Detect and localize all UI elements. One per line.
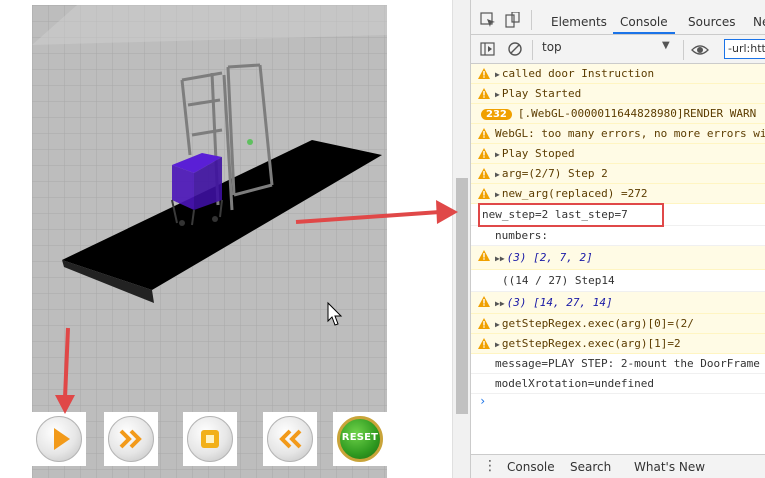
device-toolbar-icon[interactable] bbox=[505, 12, 521, 28]
reset-button[interactable]: RESET bbox=[333, 412, 387, 466]
rewind-button[interactable] bbox=[263, 412, 317, 466]
fast-forward-button[interactable] bbox=[104, 412, 158, 466]
warning-icon bbox=[478, 168, 490, 179]
clear-console-icon[interactable] bbox=[508, 42, 524, 58]
repeat-count-badge: 232 bbox=[481, 109, 512, 120]
stop-button[interactable] bbox=[183, 412, 237, 466]
drawer-tab-console[interactable]: Console bbox=[507, 460, 555, 474]
page-scrollbar-thumb[interactable] bbox=[456, 178, 468, 414]
expand-triangle-icon[interactable]: ▶ bbox=[495, 150, 500, 159]
console-message[interactable]: ▶▶ (3) [2, 7, 2] bbox=[471, 246, 765, 270]
rewind-icon bbox=[279, 429, 302, 449]
console-toolbar: top ▼ -url:htt bbox=[471, 35, 765, 64]
drawer-tab-search[interactable]: Search bbox=[570, 460, 611, 474]
play-icon bbox=[54, 428, 70, 450]
page-scrollbar[interactable] bbox=[452, 0, 471, 478]
tab-sources[interactable]: Sources bbox=[688, 0, 735, 34]
context-dropdown-icon[interactable]: ▼ bbox=[662, 40, 670, 51]
scene-3d bbox=[32, 5, 387, 478]
reset-label: RESET bbox=[341, 432, 379, 443]
fast-forward-icon bbox=[119, 429, 142, 449]
console-message[interactable]: modelXrotation=undefined bbox=[471, 374, 765, 394]
console-filter-input[interactable]: -url:htt bbox=[724, 39, 765, 59]
expand-triangle-icon[interactable]: ▶▶ bbox=[495, 299, 505, 308]
expand-triangle-icon[interactable]: ▶ bbox=[495, 340, 500, 349]
warning-icon bbox=[478, 148, 490, 159]
expand-triangle-icon[interactable]: ▶ bbox=[495, 70, 500, 79]
message-text: modelXrotation=undefined bbox=[495, 377, 654, 390]
expand-triangle-icon[interactable]: ▶ bbox=[495, 90, 500, 99]
warning-icon bbox=[478, 188, 490, 199]
console-message[interactable]: ▶▶ (3) [14, 27, 14] bbox=[471, 292, 765, 314]
message-text: getStepRegex.exec(arg)[0]=(2/ bbox=[501, 317, 694, 330]
devtools-tab-bar: Elements Console Sources Ne bbox=[471, 0, 765, 35]
console-message[interactable]: ((14 / 27) Step14 bbox=[471, 270, 765, 292]
warning-icon bbox=[478, 250, 490, 261]
tab-elements[interactable]: Elements bbox=[551, 0, 607, 34]
expand-triangle-icon[interactable]: ▶▶ bbox=[495, 254, 505, 263]
message-text: [.WebGL-0000011644828980]RENDER WARN bbox=[517, 107, 757, 120]
tab-network[interactable]: Ne bbox=[753, 0, 765, 34]
console-log: ▶ called door Instruction ▶ Play Started 2… bbox=[471, 64, 765, 414]
warning-icon bbox=[478, 88, 490, 99]
console-message[interactable]: ▶ new_arg(replaced) =272 bbox=[471, 184, 765, 204]
warning-icon bbox=[478, 296, 490, 307]
play-button[interactable] bbox=[32, 412, 86, 466]
message-text: called door Instruction bbox=[501, 67, 655, 80]
message-text: message=PLAY STEP: 2-mount the DoorFrame bbox=[495, 357, 760, 370]
devtools-panel: Elements Console Sources Ne top ▼ -url:h… bbox=[470, 0, 765, 478]
inspect-element-icon[interactable] bbox=[480, 12, 496, 28]
drawer-tab-whats-new[interactable]: What's New bbox=[634, 460, 705, 474]
message-text: WebGL: too many errors, no more errors w… bbox=[495, 127, 765, 140]
sidebar-toggle-icon[interactable] bbox=[480, 42, 496, 58]
console-prompt-icon: › bbox=[479, 394, 487, 408]
message-text: Play Stoped bbox=[501, 147, 575, 160]
web-page: RESET bbox=[0, 0, 471, 478]
warning-icon bbox=[478, 68, 490, 79]
live-expression-eye-icon[interactable] bbox=[691, 42, 709, 58]
console-message[interactable]: ▶ called door Instruction bbox=[471, 64, 765, 84]
message-text: (3) [14, 27, 14] bbox=[506, 296, 613, 309]
expand-triangle-icon[interactable]: ▶ bbox=[495, 320, 500, 329]
expand-triangle-icon[interactable]: ▶ bbox=[495, 190, 500, 199]
console-prompt-row[interactable]: › bbox=[471, 394, 765, 414]
warning-icon bbox=[478, 128, 490, 139]
console-message[interactable]: ▶ arg=(2/7) Step 2 bbox=[471, 164, 765, 184]
message-text: new_arg(replaced) =272 bbox=[501, 187, 648, 200]
message-text: (3) [2, 7, 2] bbox=[506, 251, 593, 264]
console-message[interactable]: ▶ Play Stoped bbox=[471, 144, 765, 164]
message-text: numbers: bbox=[495, 229, 548, 242]
expand-triangle-icon[interactable]: ▶ bbox=[495, 170, 500, 179]
console-message[interactable]: WebGL: too many errors, no more errors w… bbox=[471, 124, 765, 144]
message-text: Play Started bbox=[501, 87, 582, 100]
warning-icon bbox=[478, 318, 490, 329]
console-message[interactable]: ▶ getStepRegex.exec(arg)[1]=2 bbox=[471, 334, 765, 354]
console-message[interactable]: ▶ Play Started bbox=[471, 84, 765, 104]
game-canvas[interactable] bbox=[32, 5, 387, 478]
console-message[interactable]: message=PLAY STEP: 2-mount the DoorFrame bbox=[471, 354, 765, 374]
message-text: ((14 / 27) Step14 bbox=[502, 274, 615, 287]
annotation-highlight-box bbox=[478, 203, 664, 227]
drawer-menu-icon[interactable]: ⋮ bbox=[483, 458, 497, 474]
message-text: getStepRegex.exec(arg)[1]=2 bbox=[501, 337, 681, 350]
console-message[interactable]: numbers: bbox=[471, 226, 765, 246]
door-handle bbox=[247, 139, 253, 145]
message-text: arg=(2/7) Step 2 bbox=[501, 167, 608, 180]
tab-console[interactable]: Console bbox=[613, 0, 675, 34]
console-message[interactable]: ▶ getStepRegex.exec(arg)[0]=(2/ bbox=[471, 314, 765, 334]
stop-icon bbox=[201, 430, 219, 448]
warning-icon bbox=[478, 338, 490, 349]
drawer-tab-bar: ⋮ Console Search What's New bbox=[471, 454, 765, 478]
context-selector[interactable]: top bbox=[542, 40, 562, 54]
console-message[interactable]: 232 [.WebGL-0000011644828980]RENDER WARN bbox=[471, 104, 765, 124]
